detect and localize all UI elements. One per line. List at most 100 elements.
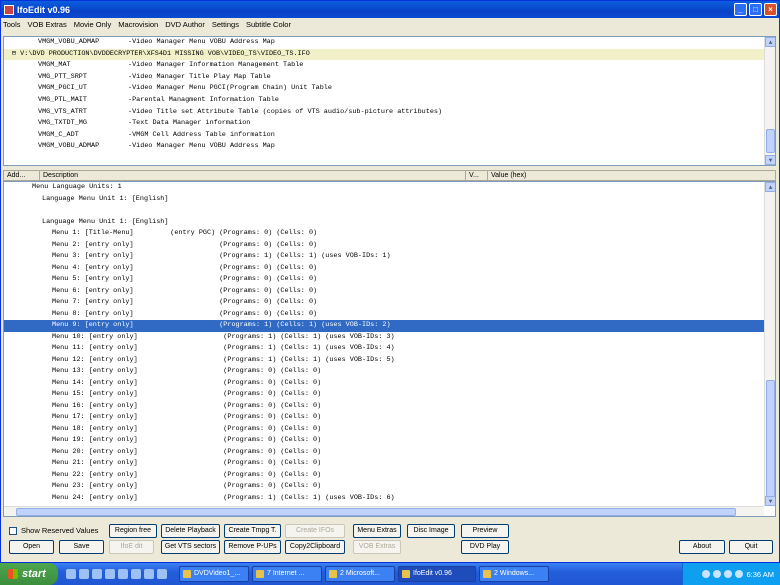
create-tmpg-button[interactable]: Create Tmpg T.	[224, 524, 281, 538]
list-row[interactable]: Menu 10: [entry only] (Programs: 1) (Cel…	[4, 332, 775, 344]
list-row[interactable]: Menu 17: [entry only] (Programs: 0) (Cel…	[4, 412, 775, 424]
list-row[interactable]: Menu 13: [entry only] (Programs: 0) (Cel…	[4, 366, 775, 378]
maximize-button[interactable]: □	[749, 3, 762, 16]
menu-item[interactable]: Macrovision	[118, 20, 158, 29]
list-row[interactable]: Language Menu Unit 1: [English]	[4, 217, 775, 229]
tree-item[interactable]: VMGM_MAT -Video Manager Information Manag…	[4, 60, 775, 72]
scroll-down-icon[interactable]: ▼	[765, 155, 775, 165]
list-row[interactable]: Menu 4: [entry only] (Programs: 0) (Cell…	[4, 263, 775, 275]
tray-icon[interactable]	[735, 570, 744, 578]
list-vertical-scrollbar[interactable]: ▲ ▼	[764, 182, 775, 506]
show-reserved-checkbox[interactable]: Show Reserved Values	[9, 526, 98, 535]
list-row[interactable]: Menu 15: [entry only] (Programs: 0) (Cel…	[4, 389, 775, 401]
tree-item[interactable]: VMG_PTL_MAIT -Parental Managment Informat…	[4, 95, 775, 107]
menu-item[interactable]: Tools	[3, 20, 21, 29]
list-hscroll-thumb[interactable]	[16, 508, 736, 516]
scroll-up-icon[interactable]: ▲	[765, 182, 775, 192]
open-button[interactable]: Open	[9, 540, 54, 554]
remove-pups-button[interactable]: Remove P-UPs	[224, 540, 281, 554]
disc-image-button[interactable]: Disc Image	[407, 524, 455, 538]
minimize-button[interactable]: _	[734, 3, 747, 16]
list-row[interactable]: Menu 11: [entry only] (Programs: 1) (Cel…	[4, 343, 775, 355]
create-ifos-button[interactable]: Create IFOs	[285, 524, 345, 538]
quit-button[interactable]: Quit	[729, 540, 773, 554]
list-row[interactable]: Menu 12: [entry only] (Programs: 1) (Cel…	[4, 355, 775, 367]
list-row[interactable]: Menu 9: [entry only] (Programs: 1) (Cell…	[4, 320, 775, 332]
list-row[interactable]	[4, 205, 775, 217]
tree-item[interactable]: VMGM_VOBU_ADMAP -Video Manager Menu VOBU …	[4, 37, 775, 49]
list-row[interactable]: Menu 16: [entry only] (Programs: 0) (Cel…	[4, 401, 775, 413]
quicklaunch-app-icon[interactable]	[118, 569, 128, 579]
quicklaunch-app-icon[interactable]	[157, 569, 167, 579]
column-header-v[interactable]: V...	[466, 171, 488, 180]
list-row[interactable]: Menu 3: [entry only] (Programs: 1) (Cell…	[4, 251, 775, 263]
list-row[interactable]: Menu 8: [entry only] (Programs: 0) (Cell…	[4, 309, 775, 321]
taskbar-button[interactable]: IfoEdit v0.96	[398, 566, 476, 582]
quicklaunch-app-icon[interactable]	[131, 569, 141, 579]
about-button[interactable]: About	[679, 540, 725, 554]
tray-icon[interactable]	[713, 570, 722, 578]
preview-button[interactable]: Preview	[461, 524, 509, 538]
vob-extras-button[interactable]: VOB Extras	[353, 540, 401, 554]
list-scroll-thumb[interactable]	[766, 380, 775, 498]
close-button[interactable]: ×	[764, 3, 777, 16]
quicklaunch-ie-icon[interactable]	[66, 569, 76, 579]
list-row[interactable]: Menu 22: [entry only] (Programs: 0) (Cel…	[4, 470, 775, 482]
tree-item[interactable]: VMGM_PGCI_UT -Video Manager Menu PGCI(Pro…	[4, 83, 775, 95]
taskbar-button[interactable]: 7 Internet ...	[252, 566, 322, 582]
menu-item[interactable]: Subtitle Color	[246, 20, 291, 29]
tree-item[interactable]: ⊟ V:\DVD PRODUCTION\DVDDECRYPTER\XFS4D1 …	[4, 48, 775, 61]
list-row[interactable]: Menu 19: [entry only] (Programs: 0) (Cel…	[4, 435, 775, 447]
column-header-value[interactable]: Value (hex)	[488, 171, 775, 180]
list-row[interactable]: Menu 7: [entry only] (Programs: 0) (Cell…	[4, 297, 775, 309]
description-list[interactable]: Menu Language Units: 1 Language Menu Unit…	[3, 181, 776, 517]
taskbar-button[interactable]: DVDVideo1_...	[179, 566, 249, 582]
tree-scroll-thumb[interactable]	[766, 129, 775, 153]
menu-extras-button[interactable]: Menu Extras	[353, 524, 401, 538]
ifoedit-button[interactable]: IfoE dit	[109, 540, 154, 554]
menu-item[interactable]: VOB Extras	[28, 20, 67, 29]
save-button[interactable]: Save	[59, 540, 104, 554]
list-row[interactable]: Menu 18: [entry only] (Programs: 0) (Cel…	[4, 424, 775, 436]
list-row[interactable]: Menu 6: [entry only] (Programs: 0) (Cell…	[4, 286, 775, 298]
scroll-up-icon[interactable]: ▲	[765, 37, 775, 47]
list-row[interactable]: Menu 1: [Title-Menu] (entry PGC) (Progra…	[4, 228, 775, 240]
tree-item[interactable]: VMG_TXTDT_MG -Text Data Manager informati…	[4, 118, 775, 130]
tree-item[interactable]: VMGM_C_ADT -VMGM Cell Address Table infor…	[4, 130, 775, 142]
list-row[interactable]: Menu 2: [entry only] (Programs: 0) (Cell…	[4, 240, 775, 252]
menu-item[interactable]: Movie Only	[74, 20, 112, 29]
list-row[interactable]: Menu 24: [entry only] (Programs: 1) (Cel…	[4, 493, 775, 505]
quicklaunch-app-icon[interactable]	[144, 569, 154, 579]
tree-item[interactable]: VMGM_VOBU_ADMAP -Video Manager Menu VOBU …	[4, 141, 775, 153]
menu-item[interactable]: Settings	[212, 20, 239, 29]
scroll-down-icon[interactable]: ▼	[765, 496, 775, 506]
taskbar-button[interactable]: 2 Windows...	[479, 566, 549, 582]
copy2clipboard-button[interactable]: Copy2Clipboard	[285, 540, 345, 554]
list-row[interactable]: Menu 20: [entry only] (Programs: 0) (Cel…	[4, 447, 775, 459]
list-row[interactable]: Menu 5: [entry only] (Programs: 0) (Cell…	[4, 274, 775, 286]
title-bar[interactable]: IfoEdit v0.96 _ □ ×	[1, 1, 779, 18]
tree-item[interactable]: VMG_VTS_ATRT -Video Title set Attribute T…	[4, 107, 775, 119]
list-horizontal-scrollbar[interactable]	[4, 506, 764, 516]
column-header-add[interactable]: Add...	[4, 171, 40, 180]
tree-item[interactable]: VMG_PTT_SRPT -Video Manager Title Play Ma…	[4, 72, 775, 84]
region-free-button[interactable]: Region free	[109, 524, 157, 538]
start-button[interactable]: start	[0, 563, 58, 585]
list-row[interactable]: Language Menu Unit 1: [English]	[4, 194, 775, 206]
get-vts-sectors-button[interactable]: Get VTS sectors	[161, 540, 220, 554]
list-row[interactable]: Menu 14: [entry only] (Programs: 0) (Cel…	[4, 378, 775, 390]
quicklaunch-explorer-icon[interactable]	[92, 569, 102, 579]
tray-icon[interactable]	[724, 570, 733, 578]
list-row[interactable]: Menu 21: [entry only] (Programs: 0) (Cel…	[4, 458, 775, 470]
menu-item[interactable]: DVD Author	[165, 20, 205, 29]
delete-playback-button[interactable]: Delete Playback	[161, 524, 220, 538]
ifo-tree-view[interactable]: VMGM_VOBU_ADMAP -Video Manager Menu VOBU …	[3, 36, 776, 166]
tree-expand-icon[interactable]: ⊟	[12, 50, 20, 58]
quicklaunch-desktop-icon[interactable]	[79, 569, 89, 579]
dvd-play-button[interactable]: DVD Play	[461, 540, 509, 554]
column-header-description[interactable]: Description	[40, 171, 466, 180]
list-row[interactable]: Menu 23: [entry only] (Programs: 0) (Cel…	[4, 481, 775, 493]
quicklaunch-media-icon[interactable]	[105, 569, 115, 579]
tray-icon[interactable]	[702, 570, 711, 578]
taskbar-button[interactable]: 2 Microsoft...	[325, 566, 395, 582]
